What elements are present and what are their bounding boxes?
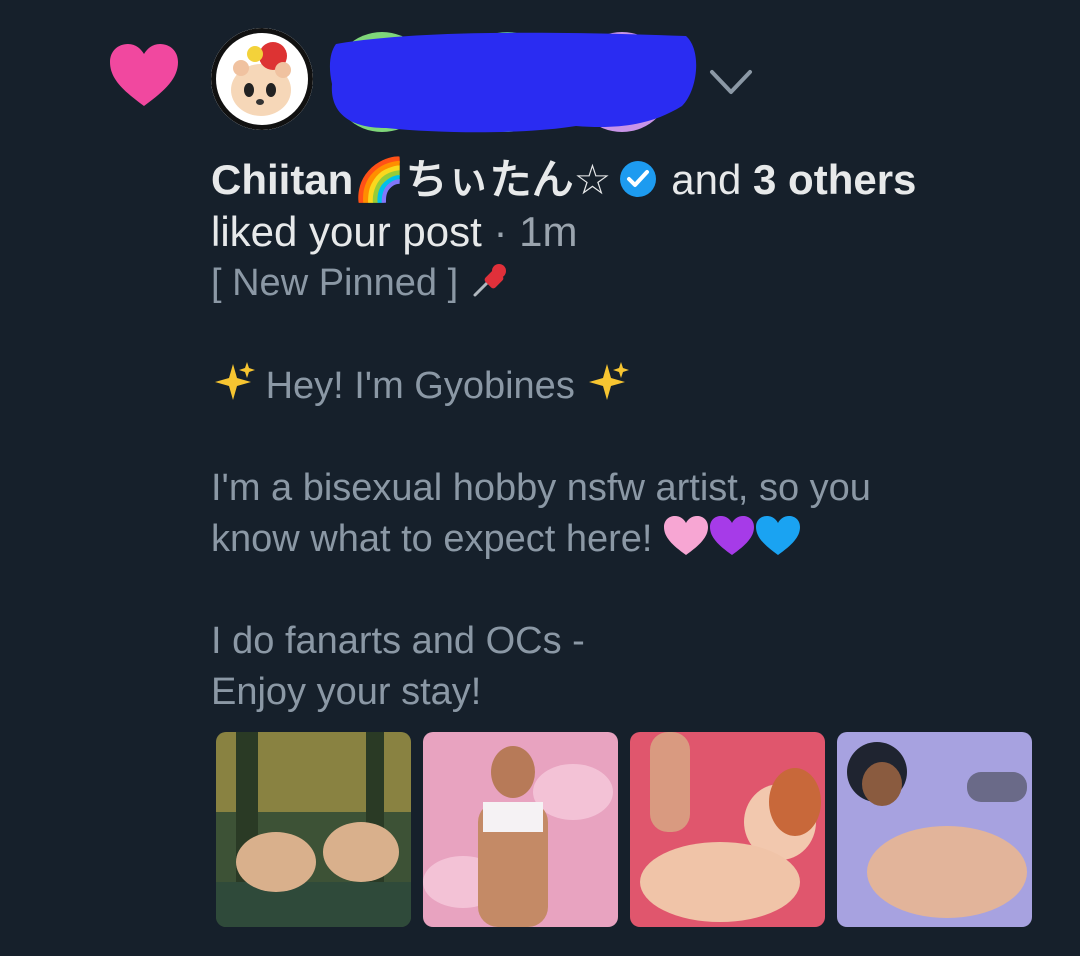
bio-line-3: I do fanarts and OCs - bbox=[211, 620, 585, 662]
media-thumbnail-3[interactable] bbox=[630, 732, 825, 927]
pushpin-icon bbox=[473, 264, 506, 297]
liker-name[interactable]: Chiitan🌈ちぃたん☆ bbox=[211, 156, 611, 203]
redacted-area bbox=[329, 32, 697, 133]
avatar[interactable] bbox=[211, 28, 313, 130]
pinned-label: [ New Pinned ] bbox=[211, 262, 459, 304]
bio-line-4: Enjoy your stay! bbox=[211, 671, 482, 713]
notification-headline: Chiitan🌈ちぃたん☆ and 3 others liked your po… bbox=[211, 154, 1031, 258]
action-text: liked your post bbox=[211, 208, 482, 255]
timestamp: 1m bbox=[519, 208, 578, 255]
verified-badge-icon bbox=[620, 161, 657, 197]
media-thumbnail-4[interactable] bbox=[837, 732, 1032, 927]
bio-line-2: know what to expect here! bbox=[211, 514, 1041, 565]
media-thumbnail-1[interactable] bbox=[216, 732, 411, 927]
media-grid[interactable] bbox=[216, 732, 1032, 927]
media-thumbnail-2[interactable] bbox=[423, 732, 618, 927]
heart-icon bbox=[110, 44, 178, 106]
greeting-line: Hey! I'm Gyobines bbox=[211, 360, 1041, 412]
chevron-down-icon[interactable] bbox=[706, 64, 756, 100]
sparkles-icon bbox=[215, 362, 255, 400]
sparkles-icon bbox=[589, 362, 630, 400]
pinned-line: [ New Pinned ] bbox=[211, 258, 1041, 309]
like-notification[interactable]: Chiitan🌈ちぃたん☆ and 3 others liked your po… bbox=[0, 0, 1080, 956]
others-count[interactable]: 3 others bbox=[753, 156, 916, 203]
greeting-text: Hey! I'm Gyobines bbox=[265, 365, 575, 407]
bio-line-2-text: know what to expect here! bbox=[211, 518, 653, 560]
separator: · bbox=[493, 208, 508, 255]
bio-line-1: I'm a bisexual hobby nsfw artist, so you bbox=[211, 467, 871, 509]
blue-heart-icon bbox=[756, 516, 801, 555]
pink-heart-icon bbox=[664, 516, 709, 555]
and-text: and bbox=[671, 156, 742, 203]
post-text[interactable]: [ New Pinned ] Hey! I'm Gyobines I'm a b… bbox=[211, 258, 1041, 718]
purple-heart-icon bbox=[710, 516, 755, 555]
